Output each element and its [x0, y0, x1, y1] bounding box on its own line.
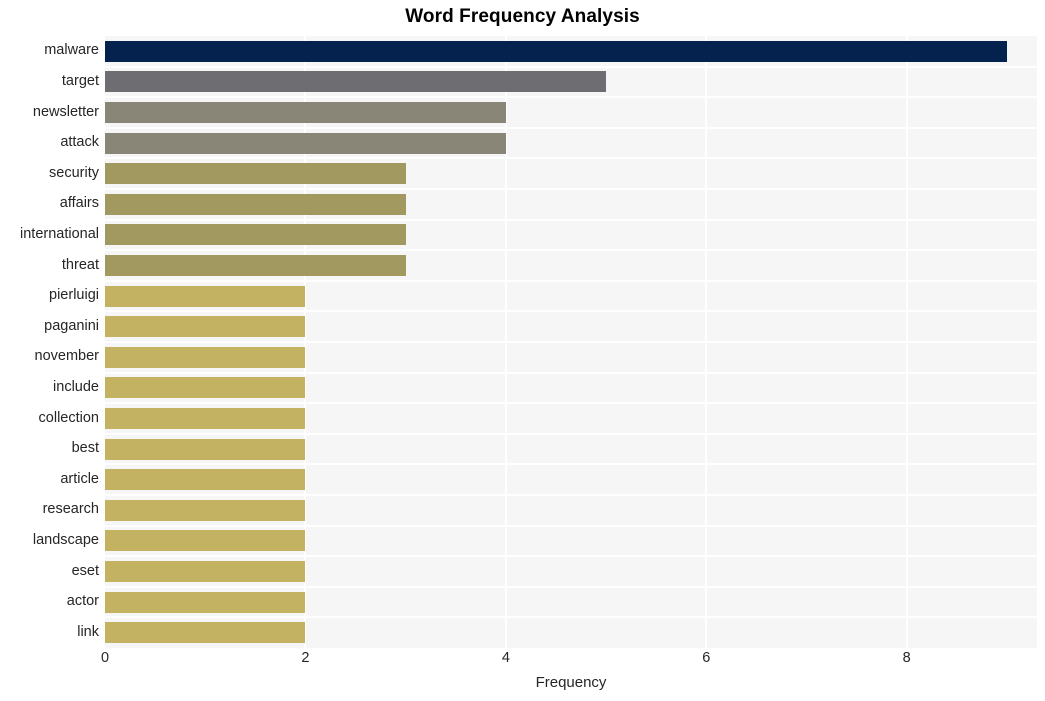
bar-newsletter [105, 102, 506, 123]
word-frequency-chart: Word Frequency Analysis malware target new… [0, 0, 1045, 701]
bar-link [105, 622, 306, 644]
y-axis-label-affairs: affairs [59, 195, 99, 212]
bars-layer [105, 36, 1037, 648]
x-axis-tick-2: 2 [301, 650, 310, 666]
plot-area [105, 36, 1037, 648]
y-axis-label-eset: eset [71, 562, 99, 579]
y-axis-labels: malware target newsletter attack security aff… [0, 36, 99, 648]
bar-affairs [105, 193, 406, 215]
x-axis-tick-8: 8 [902, 650, 911, 666]
bar-malware [105, 40, 1007, 62]
x-axis-tick-6: 6 [702, 650, 711, 666]
bar-landscape [105, 530, 306, 552]
y-axis-label-target: target [61, 72, 99, 89]
bar-collection [105, 408, 306, 429]
bar-security [105, 163, 406, 185]
bar-article [105, 469, 306, 491]
bar-eset [105, 561, 306, 582]
x-axis-tick-4: 4 [501, 650, 510, 666]
y-axis-label-malware: malware [44, 42, 99, 59]
y-axis-label-pierluigi: pierluigi [49, 287, 99, 304]
y-axis-label-include: include [53, 378, 99, 395]
bar-paganini [105, 316, 306, 338]
bar-target [105, 71, 607, 93]
y-axis-label-research: research [42, 501, 99, 518]
bar-include [105, 377, 306, 399]
y-axis-label-link: link [77, 623, 99, 640]
y-axis-label-article: article [60, 470, 99, 487]
y-axis-label-november: november [34, 348, 99, 365]
y-axis-label-international: international [20, 225, 99, 242]
bar-pierluigi [105, 285, 306, 307]
x-axis-tick-0: 0 [100, 650, 110, 666]
chart-title: Word Frequency Analysis [405, 6, 640, 27]
y-axis-label-threat: threat [61, 256, 99, 273]
y-axis-label-collection: collection [38, 409, 99, 426]
bar-actor [105, 591, 306, 613]
y-axis-label-landscape: landscape [32, 531, 99, 548]
bar-best [105, 438, 306, 460]
y-axis-label-actor: actor [66, 593, 99, 610]
y-axis-label-paganini: paganini [44, 317, 99, 334]
y-axis-label-newsletter: newsletter [32, 103, 99, 120]
y-axis-label-security: security [49, 164, 99, 181]
bar-threat [105, 255, 406, 276]
y-axis-label-best: best [71, 440, 99, 457]
x-axis-title: Frequency [535, 674, 607, 691]
bar-research [105, 499, 306, 521]
bar-november [105, 346, 306, 368]
bar-international [105, 224, 406, 246]
bar-attack [105, 132, 506, 154]
x-axis-ticks: 0 2 4 6 8 [101, 650, 1037, 674]
y-axis-label-attack: attack [60, 134, 99, 151]
